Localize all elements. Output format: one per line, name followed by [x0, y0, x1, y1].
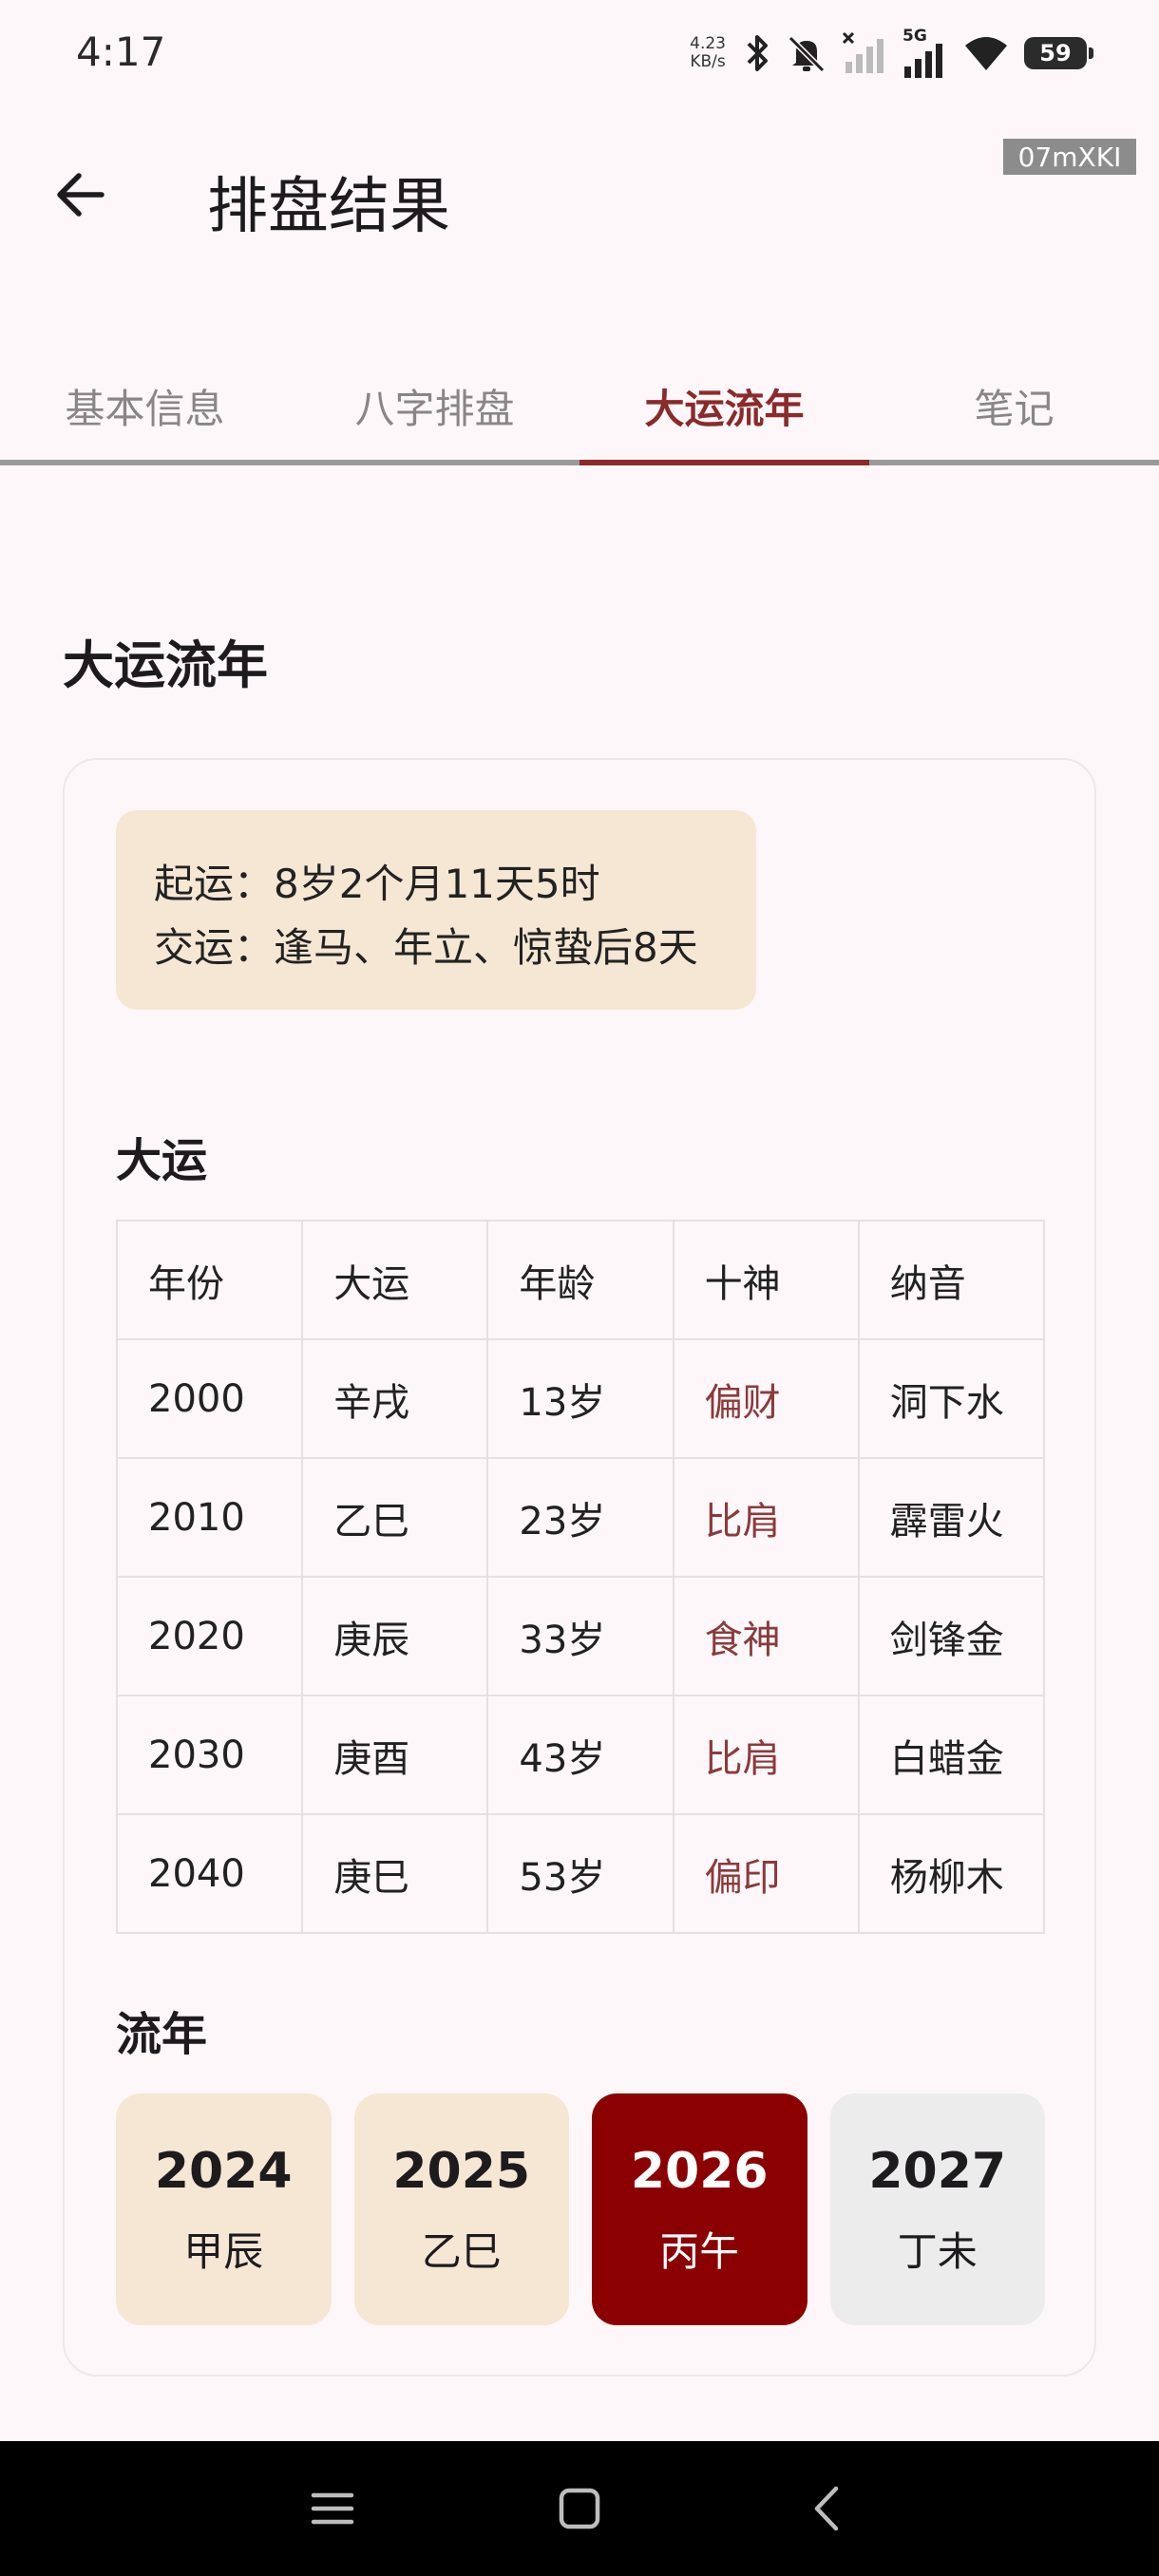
cell-age: 13岁	[486, 1338, 674, 1459]
arrow-left-icon	[57, 173, 104, 217]
table-row: 2040 庚巳 53岁 偏印 杨柳木	[115, 1813, 1046, 1934]
signal-no-sim-icon	[842, 31, 889, 75]
cell-year: 2020	[115, 1576, 304, 1696]
table-row: 2010 乙巳 23岁 比肩 霹雷火	[115, 1457, 1046, 1578]
cell-nayin: 杨柳木	[857, 1813, 1046, 1934]
cell-nayin: 白蜡金	[857, 1695, 1046, 1815]
screen: 4:17 4.23 KB/s 5G 59 排盘结果 07mXKI 基本信息 八字…	[0, 0, 1159, 2576]
cell-age: 33岁	[486, 1576, 674, 1696]
table-header-row: 年份 大运 年龄 十神 纳音	[115, 1220, 1046, 1340]
table-row: 2030 庚酉 43岁 比肩 白蜡金	[115, 1695, 1046, 1815]
header-dayun: 大运	[301, 1220, 489, 1340]
cell-age: 43岁	[486, 1695, 674, 1815]
cell-dayun: 乙巳	[301, 1457, 489, 1578]
liunian-year-list: 2024 甲辰 2025 乙巳 2026 丙午 2027 丁未	[116, 2093, 1045, 2325]
year-card-2025[interactable]: 2025 乙巳	[353, 2093, 569, 2325]
year-ganzhi: 丁未	[897, 2228, 978, 2275]
cell-shishen: 偏印	[672, 1813, 860, 1934]
year-number: 2024	[154, 2143, 293, 2200]
nav-menu-button[interactable]	[299, 2475, 366, 2542]
menu-icon	[311, 2492, 354, 2525]
dayun-table: 年份 大运 年龄 十神 纳音 2000 辛戌 13岁 偏财 洞下水 2010 乙…	[115, 1220, 1046, 1934]
year-card-2024[interactable]: 2024 甲辰	[116, 2093, 332, 2325]
page-title: 排盘结果	[207, 172, 450, 242]
cell-shishen: 比肩	[672, 1695, 860, 1815]
chevron-left-icon	[814, 2486, 839, 2531]
tab-bazi-chart[interactable]: 八字排盘	[290, 351, 580, 460]
wifi-icon	[961, 32, 1011, 74]
qiyun-info-box: 起运：8岁2个月11天5时 交运：逢马、年立、惊蛰后8天	[116, 810, 756, 1010]
network-speed-unit: KB/s	[690, 52, 726, 71]
header-shishen: 十神	[672, 1220, 860, 1340]
cell-nayin: 剑锋金	[857, 1576, 1046, 1696]
cell-year: 2040	[115, 1813, 304, 1934]
cell-shishen: 偏财	[672, 1338, 860, 1459]
header-age: 年龄	[486, 1220, 674, 1340]
home-square-icon	[559, 2488, 600, 2529]
year-ganzhi: 甲辰	[183, 2228, 264, 2275]
cell-year: 2030	[115, 1695, 304, 1815]
year-card-2026[interactable]: 2026 丙午	[592, 2093, 808, 2325]
year-number: 2027	[868, 2143, 1007, 2200]
liunian-title: 流年	[116, 2008, 208, 2061]
cell-dayun: 庚巳	[301, 1813, 489, 1934]
cell-age: 53岁	[486, 1813, 674, 1934]
status-time: 4:17	[76, 28, 166, 75]
status-bar: 4:17 4.23 KB/s 5G 59	[0, 0, 1159, 104]
year-card-2027[interactable]: 2027 丁未	[829, 2093, 1045, 2325]
mute-bell-icon	[785, 32, 828, 74]
year-number: 2026	[630, 2143, 769, 2200]
jiaoyun-text: 交运：逢马、年立、惊蛰后8天	[154, 924, 698, 971]
dayun-title: 大运	[116, 1134, 208, 1187]
year-ganzhi: 丙午	[659, 2228, 740, 2275]
cell-nayin: 洞下水	[857, 1338, 1046, 1459]
network-speed: 4.23 KB/s	[690, 35, 726, 71]
dayun-card: 起运：8岁2个月11天5时 交运：逢马、年立、惊蛰后8天 大运 年份 大运 年龄…	[63, 758, 1096, 2377]
cell-year: 2010	[115, 1457, 304, 1578]
system-nav-bar	[0, 2441, 1159, 2576]
battery-icon: 59	[1024, 37, 1093, 69]
signal-5g-icon: 5G	[902, 28, 948, 78]
cell-dayun: 庚酉	[301, 1695, 489, 1815]
battery-level: 59	[1039, 40, 1072, 66]
tab-notes[interactable]: 笔记	[869, 351, 1159, 460]
cell-dayun: 庚辰	[301, 1576, 489, 1696]
section-title: 大运流年	[63, 635, 268, 695]
cell-year: 2000	[115, 1338, 304, 1459]
status-icons: 4.23 KB/s 5G 59	[690, 27, 1093, 80]
cell-age: 23岁	[486, 1457, 674, 1578]
table-row: 2020 庚辰 33岁 食神 剑锋金	[115, 1576, 1046, 1696]
cell-shishen: 食神	[672, 1576, 860, 1696]
table-row: 2000 辛戌 13岁 偏财 洞下水	[115, 1338, 1046, 1459]
cell-nayin: 霹雷火	[857, 1457, 1046, 1578]
cell-dayun: 辛戌	[301, 1338, 489, 1459]
nav-back-button[interactable]	[793, 2475, 860, 2542]
tab-dayun-liunian[interactable]: 大运流年	[580, 351, 869, 465]
year-ganzhi: 乙巳	[421, 2228, 502, 2275]
watermark-label: 07mXKI	[1003, 139, 1136, 175]
tab-basic-info[interactable]: 基本信息	[0, 351, 290, 460]
cell-shishen: 比肩	[672, 1457, 860, 1578]
year-number: 2025	[392, 2143, 531, 2200]
bluetooth-icon	[743, 32, 771, 74]
header-nayin: 纳音	[857, 1220, 1046, 1340]
tab-bar: 基本信息 八字排盘 大运流年 笔记	[0, 351, 1159, 465]
qiyun-text: 起运：8岁2个月11天5时	[154, 861, 600, 907]
signal-5g-label: 5G	[902, 27, 927, 46]
network-speed-value: 4.23	[690, 34, 726, 53]
back-button[interactable]	[48, 161, 114, 228]
header-year: 年份	[115, 1220, 304, 1340]
nav-home-button[interactable]	[546, 2475, 613, 2542]
